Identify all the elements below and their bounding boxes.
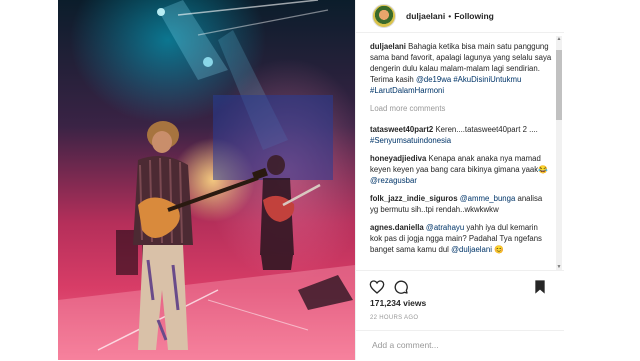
caption-mention[interactable]: @de19wa [416, 75, 451, 84]
comment-username[interactable]: tatasweet40part2 [370, 125, 433, 134]
caption: duljaelani Bahagia ketika bisa main satu… [370, 41, 552, 96]
comment-username[interactable]: honeyadjiediva [370, 154, 426, 163]
comment-icon[interactable] [393, 279, 409, 295]
header-username[interactable]: duljaelani [406, 11, 445, 21]
post-timestamp: 22 HOURS AGO [370, 315, 419, 321]
comment-mention[interactable]: @amme_bunga [460, 194, 516, 203]
list-item: folk_jazz_indie_siguros @amme_bunga anal… [370, 193, 552, 215]
list-item: honeyadjiediva Kenapa anak anaka nya mam… [370, 153, 552, 186]
post-sidebar: duljaelani • Following duljaelani Bahagi… [355, 0, 564, 360]
view-count[interactable]: 171,234 views [370, 298, 426, 308]
scroll-up-arrow-icon[interactable]: ▲ [556, 36, 562, 42]
comment-text: Keren....tatasweet40part 2 .... [435, 125, 538, 134]
post-photo[interactable] [58, 0, 355, 360]
comments-list: duljaelani Bahagia ketika bisa main satu… [370, 41, 552, 269]
following-button[interactable]: Following [454, 11, 494, 21]
comment-username[interactable]: folk_jazz_indie_siguros [370, 194, 458, 203]
caption-username[interactable]: duljaelani [370, 42, 406, 51]
comments-scrollbar[interactable]: ▲ ▼ [556, 36, 562, 270]
post-header: duljaelani • Following [356, 0, 564, 33]
load-more-comments-link[interactable]: Load more comments [370, 103, 552, 114]
instagram-post: duljaelani • Following duljaelani Bahagi… [58, 0, 564, 360]
list-item: agnes.daniella @atrahayu yahh iya dul ke… [370, 222, 552, 255]
concert-scene [58, 0, 355, 360]
comment-username[interactable]: agnes.daniella [370, 223, 424, 232]
comment-hashtag[interactable]: #Senyumsatuindonesia [370, 136, 451, 145]
avatar[interactable] [372, 4, 396, 28]
comment-mention[interactable]: @atrahayu [426, 223, 464, 232]
add-comment-bar [356, 330, 564, 361]
list-item: tatasweet40part2 Keren....tatasweet40par… [370, 124, 552, 146]
comment-text-end: 😊 [491, 245, 504, 254]
heart-icon[interactable] [369, 279, 385, 295]
header-separator: • [448, 11, 452, 21]
comment-mention[interactable]: @rezagusbar [370, 176, 417, 185]
scroll-thumb[interactable] [556, 50, 562, 120]
comment-mention-2[interactable]: @duljaelani [451, 245, 492, 254]
bookmark-icon[interactable] [532, 279, 548, 295]
add-comment-input[interactable] [370, 339, 554, 351]
